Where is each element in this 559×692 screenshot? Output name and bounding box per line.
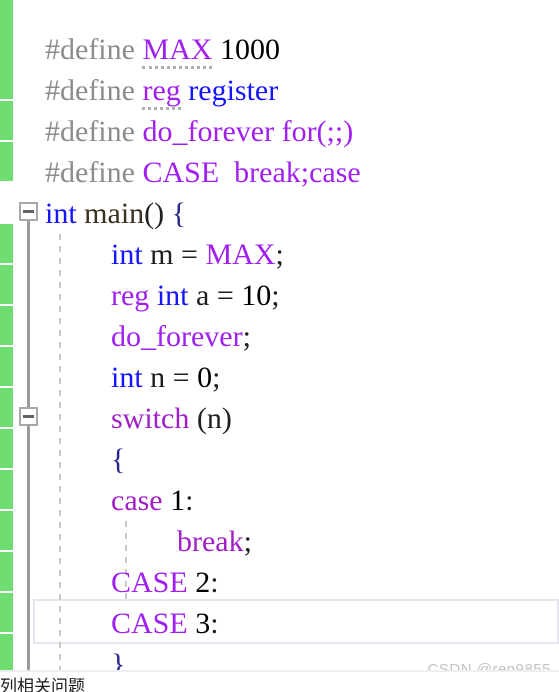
vcs-change-marker[interactable]: [0, 593, 13, 632]
vcs-change-bar-column: [0, 0, 13, 692]
code-token-preprocessor: #define: [45, 74, 143, 107]
code-token-control: switch: [111, 402, 190, 435]
code-line[interactable]: #define reg register: [45, 70, 278, 111]
code-line[interactable]: #define do_forever for(;;): [45, 111, 353, 152]
vcs-change-marker[interactable]: [0, 224, 13, 263]
code-line[interactable]: int m = MAX;: [111, 234, 284, 275]
bottom-page-strip: 列相关问题: [0, 670, 559, 692]
code-token-macro: do_forever: [142, 115, 275, 148]
indent-guide: [59, 234, 61, 685]
code-line[interactable]: do_forever;: [111, 316, 251, 357]
code-token-number: 10: [241, 279, 272, 312]
fold-gutter[interactable]: [13, 0, 45, 692]
code-token-preprocessor: #define: [45, 156, 143, 189]
vcs-change-marker[interactable]: [0, 0, 13, 60]
code-line[interactable]: CASE 3:: [111, 603, 219, 644]
vcs-change-marker[interactable]: [0, 511, 13, 550]
vcs-change-marker[interactable]: [0, 470, 13, 509]
code-token-preprocessor: #define: [45, 33, 143, 66]
vcs-change-marker[interactable]: [0, 347, 13, 386]
code-token-macro: break;case: [234, 156, 361, 189]
code-token-macro: CASE: [111, 607, 188, 640]
code-token-control: case: [111, 484, 163, 517]
code-token-plain: n: [150, 361, 166, 394]
code-token-control: break: [177, 525, 244, 558]
code-token-number: 2: [195, 566, 211, 599]
code-token-plain: a: [195, 279, 210, 312]
code-line[interactable]: #define CASE break;case: [45, 152, 361, 193]
vcs-change-marker[interactable]: [0, 388, 13, 427]
vcs-change-marker[interactable]: [0, 429, 13, 468]
code-token-number: 1: [170, 484, 186, 517]
vcs-change-marker[interactable]: [0, 101, 13, 140]
code-token-punct: :: [210, 566, 219, 599]
code-editor[interactable]: #define MAX 1000 #define reg register #def…: [0, 0, 559, 692]
code-token-function: main: [84, 197, 145, 230]
code-token-plain: m: [150, 238, 174, 271]
bottom-strip-text: 列相关问题: [0, 677, 85, 692]
code-token-keyword: int: [111, 361, 143, 394]
code-line[interactable]: reg int a = 10;: [111, 275, 280, 316]
code-token-punct: =: [173, 238, 206, 271]
code-token-macro-underlined: reg: [142, 74, 181, 110]
code-token-brace: {: [111, 443, 126, 476]
fold-main-icon[interactable]: [19, 202, 38, 221]
code-token-punct: :: [185, 484, 194, 517]
code-token-punct: :: [210, 607, 219, 640]
vcs-change-marker[interactable]: [0, 60, 13, 99]
code-line[interactable]: int n = 0;: [111, 357, 220, 398]
code-token-punct: ;: [271, 279, 280, 312]
code-token-macro: do_forever: [111, 320, 243, 353]
code-token-punct: =: [209, 279, 242, 312]
code-token-keyword: int: [45, 197, 77, 230]
code-token-macro: for(;;): [281, 115, 354, 148]
code-token-macro: CASE: [142, 156, 220, 189]
vcs-change-marker[interactable]: [0, 142, 13, 181]
code-token-punct: (): [144, 197, 165, 230]
code-line[interactable]: #define MAX 1000: [45, 29, 280, 70]
code-line[interactable]: {: [111, 439, 125, 480]
code-token-punct: ;: [275, 238, 284, 271]
vcs-change-marker[interactable]: [0, 306, 13, 345]
code-token-punct: (n): [196, 402, 232, 435]
code-token-preprocessor: #define: [45, 115, 143, 148]
vcs-change-marker[interactable]: [0, 552, 13, 591]
code-token-macro-underlined: MAX: [142, 33, 213, 69]
code-token-macro: MAX: [205, 238, 276, 271]
code-content-area[interactable]: #define MAX 1000 #define reg register #def…: [33, 0, 559, 692]
code-line[interactable]: break;: [177, 521, 252, 562]
code-token-keyword: register: [188, 74, 279, 107]
code-token-punct: =: [165, 361, 198, 394]
code-line[interactable]: int main() {: [45, 193, 186, 234]
vcs-change-marker[interactable]: [0, 634, 13, 673]
fold-switch-icon[interactable]: [19, 407, 38, 426]
code-line[interactable]: switch (n): [111, 398, 232, 439]
code-token-punct: ;: [243, 525, 252, 558]
code-token-number: 0: [197, 361, 213, 394]
code-token-keyword: int: [111, 238, 143, 271]
code-line[interactable]: case 1:: [111, 480, 193, 521]
code-token-number: 1000: [219, 33, 280, 66]
code-token-keyword: int: [156, 279, 189, 312]
code-token-macro: reg: [111, 279, 150, 312]
code-token-number: 3: [195, 607, 211, 640]
code-token-macro: CASE: [111, 566, 188, 599]
fold-region-line: [27, 426, 30, 692]
code-line[interactable]: CASE 2:: [111, 562, 219, 603]
code-token-brace: {: [171, 197, 187, 230]
code-token-punct: ;: [242, 320, 251, 353]
code-token-punct: ;: [212, 361, 221, 394]
vcs-change-marker[interactable]: [0, 265, 13, 304]
